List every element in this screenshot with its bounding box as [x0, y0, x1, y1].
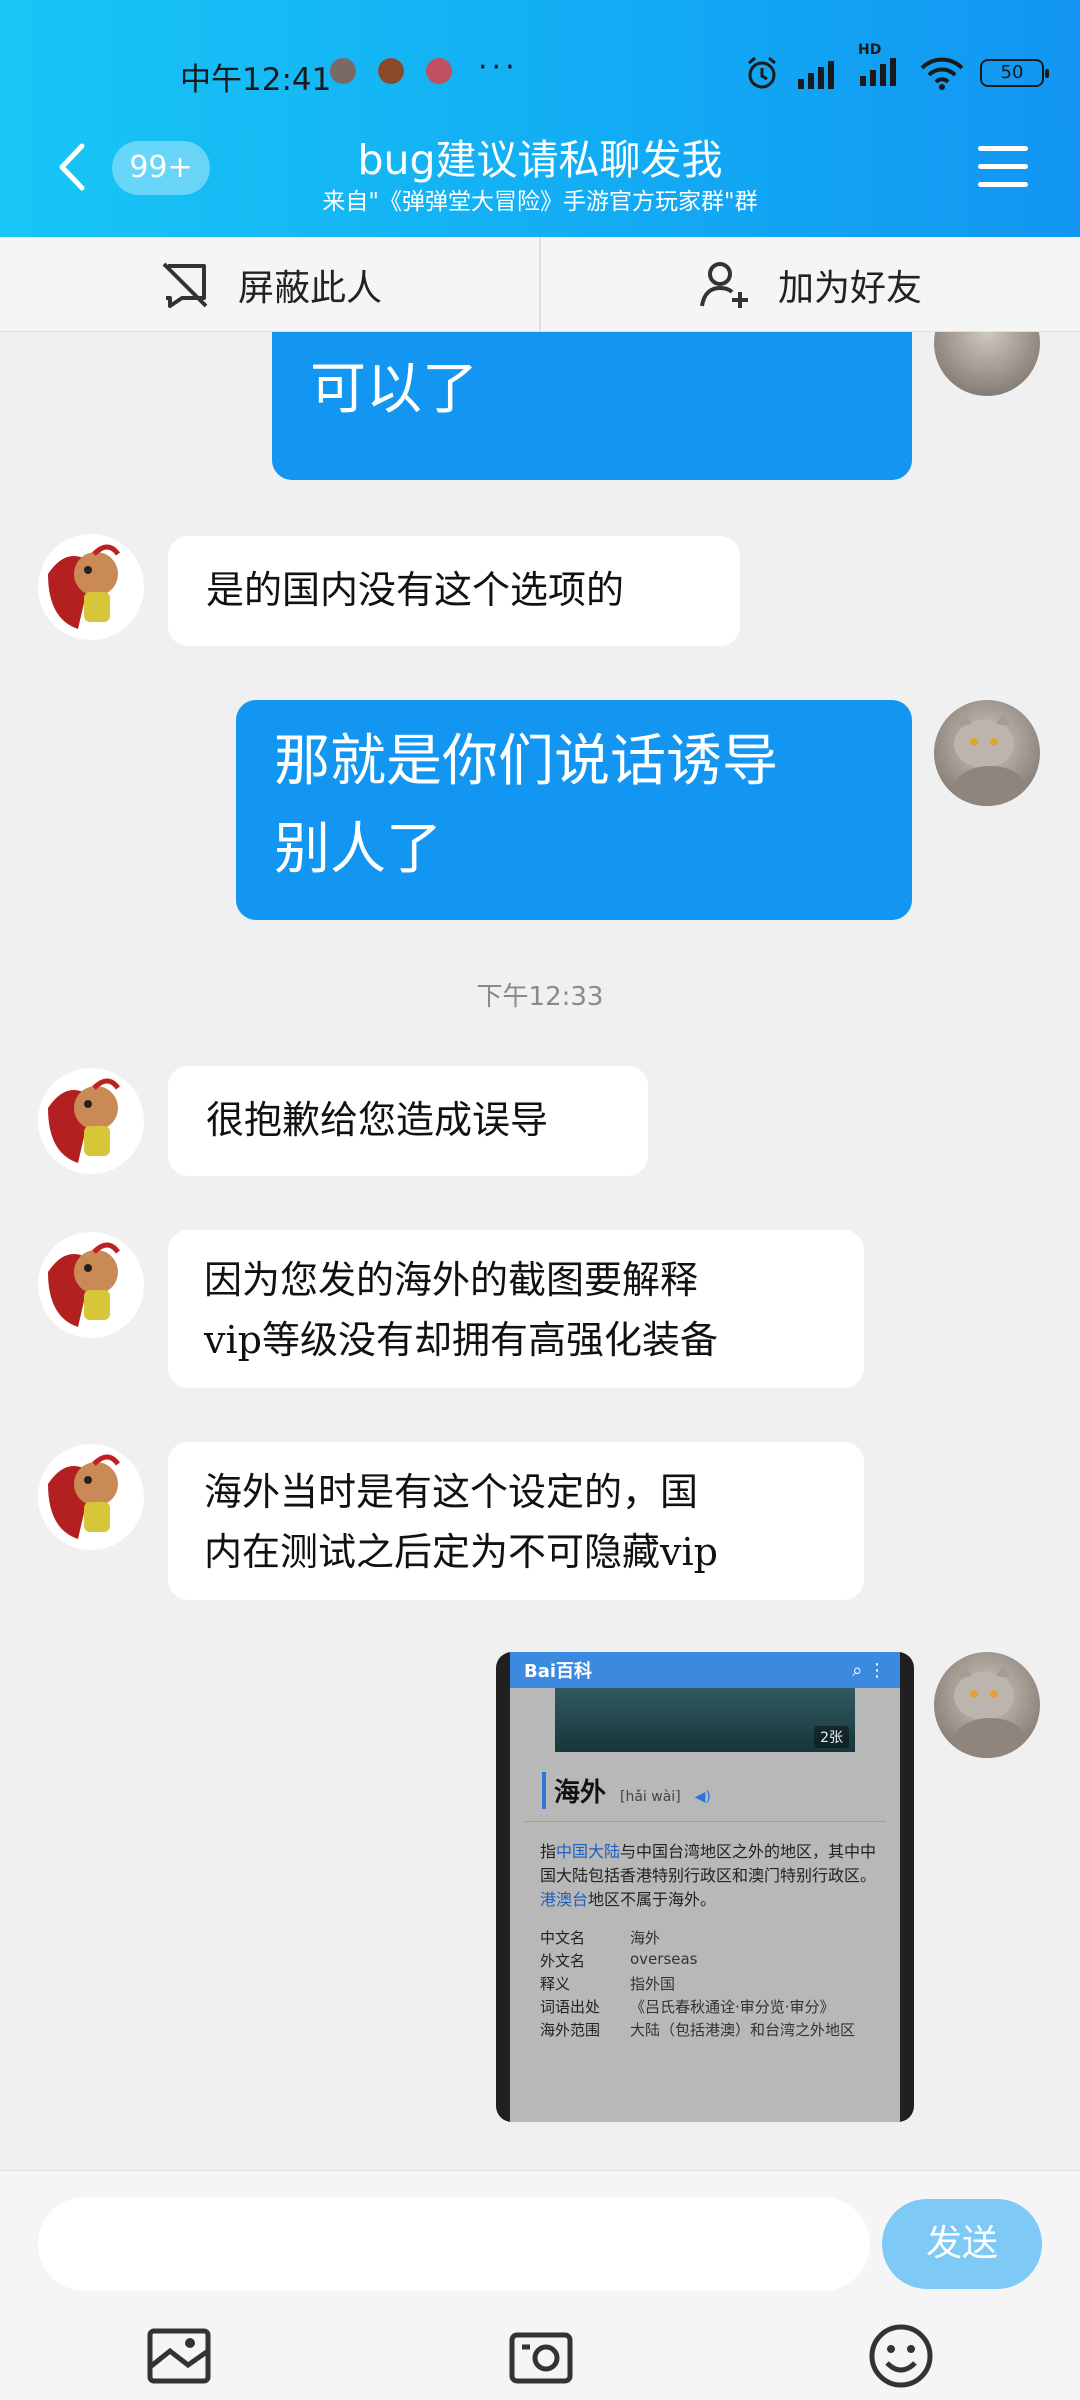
signal-icon — [798, 61, 834, 89]
block-user-button[interactable]: 屏蔽此人 — [0, 237, 540, 332]
message-timestamp: 下午12:33 — [476, 982, 604, 1012]
sender-avatar[interactable] — [38, 1444, 144, 1550]
search-icon: ⌕ ⋮ — [852, 1659, 886, 1681]
message-text: 因为您发的海外的截图要解释 — [204, 1258, 699, 1302]
sender-avatar[interactable] — [38, 1068, 144, 1174]
title-bar: 中午12:41 ··· HD 50 99+ bug建议请私聊发我 来自"《弹弹堂… — [0, 0, 1080, 237]
battery-indicator: 50 — [980, 59, 1049, 87]
add-friend-button[interactable]: 加为好友 — [540, 237, 1080, 332]
chat-title: bug建议请私聊发我 — [357, 136, 723, 184]
send-button[interactable]: 发送 — [882, 2199, 1042, 2289]
notification-icon — [378, 58, 404, 84]
block-user-label: 屏蔽此人 — [237, 267, 382, 309]
menu-icon[interactable] — [978, 146, 1028, 190]
message-text: 可以了 — [310, 357, 478, 422]
screenshot-thumbnail: Bai百科 ⌕ ⋮ 2张 海外 [hǎi wài] ◀) 指中国大陆与中国台湾地… — [510, 1652, 900, 2122]
status-bar: 中午12:41 ··· HD 50 — [0, 42, 1080, 98]
baike-logo: Bai百科 — [524, 1661, 593, 1682]
message-text: 海外当时是有这个设定的，国 — [204, 1470, 699, 1514]
more-notifications: ··· — [478, 50, 519, 85]
photo-count: 2张 — [814, 1726, 849, 1748]
add-friend-icon — [700, 261, 748, 308]
add-friend-label: 加为好友 — [777, 267, 922, 309]
chat-subtitle: 来自"《弹弹堂大冒险》手游官方玩家群"群 — [322, 189, 758, 215]
alarm-icon — [748, 56, 776, 89]
my-avatar[interactable] — [934, 700, 1040, 806]
wifi-icon — [920, 57, 964, 90]
sender-avatar[interactable] — [38, 534, 144, 640]
message-text: 那就是你们说话诱导 — [274, 729, 778, 794]
notification-icon — [330, 58, 356, 84]
back-arrow-icon[interactable] — [56, 142, 86, 192]
action-bar: 屏蔽此人 加为好友 — [0, 237, 1080, 332]
message-list[interactable]: 可以了 是的国内没有这个选项的 那就是你们说话诱导 别人了 下午12:33 很抱… — [0, 332, 1080, 2170]
camera-icon[interactable] — [506, 2321, 576, 2391]
message-text: 是的国内没有这个选项的 — [206, 568, 625, 612]
emoji-icon[interactable] — [866, 2321, 936, 2391]
image-message[interactable]: Bai百科 ⌕ ⋮ 2张 海外 [hǎi wài] ◀) 指中国大陆与中国台湾地… — [496, 1652, 914, 2122]
message-bubble-out[interactable]: 可以了 — [272, 332, 912, 480]
status-time: 中午12:41 — [180, 62, 332, 98]
my-avatar[interactable] — [934, 1652, 1040, 1758]
message-bubble-in[interactable]: 因为您发的海外的截图要解释 vip等级没有却拥有高强化装备 — [168, 1230, 864, 1388]
signal-icon — [860, 58, 896, 86]
message-bubble-out[interactable]: 那就是你们说话诱导 别人了 — [236, 700, 912, 920]
photo-icon[interactable] — [144, 2321, 214, 2391]
message-text: 很抱歉给您造成误导 — [206, 1098, 549, 1142]
entry-title: 海外 — [542, 1772, 606, 1809]
speaker-icon: ◀) — [694, 1789, 711, 1805]
message-text: 内在测试之后定为不可隐藏vip — [204, 1530, 718, 1574]
message-bubble-in[interactable]: 海外当时是有这个设定的，国 内在测试之后定为不可隐藏vip — [168, 1442, 864, 1600]
message-bubble-in[interactable]: 是的国内没有这个选项的 — [168, 536, 740, 646]
block-icon — [162, 262, 208, 308]
notification-icon — [426, 58, 452, 84]
entry-pinyin: [hǎi wài] — [620, 1789, 681, 1805]
sender-avatar[interactable] — [38, 1232, 144, 1338]
unread-count-badge[interactable]: 99+ — [112, 141, 210, 195]
composer: 发送 — [0, 2170, 1080, 2400]
entry-info-table: 中文名 海外 外文名 overseas 释义 指外国 词语出处 《吕氏春秋通诠·审分览·… — [540, 1929, 856, 2039]
message-text: 别人了 — [274, 817, 442, 882]
message-text: vip等级没有却拥有高强化装备 — [204, 1318, 718, 1362]
baike-header: Bai百科 ⌕ ⋮ — [510, 1652, 900, 1688]
entry-heading: 海外 [hǎi wài] ◀) — [524, 1752, 886, 1822]
entry-description: 指中国大陆与中国台湾地区之外的地区，其中中国大陆包括香港特别行政区和澳门特别行政… — [540, 1842, 877, 1909]
message-bubble-in[interactable]: 很抱歉给您造成误导 — [168, 1066, 648, 1176]
network-type: HD — [858, 42, 882, 58]
message-input[interactable] — [38, 2197, 870, 2291]
entry-photo: 2张 — [555, 1688, 855, 1752]
my-avatar[interactable] — [934, 332, 1040, 396]
